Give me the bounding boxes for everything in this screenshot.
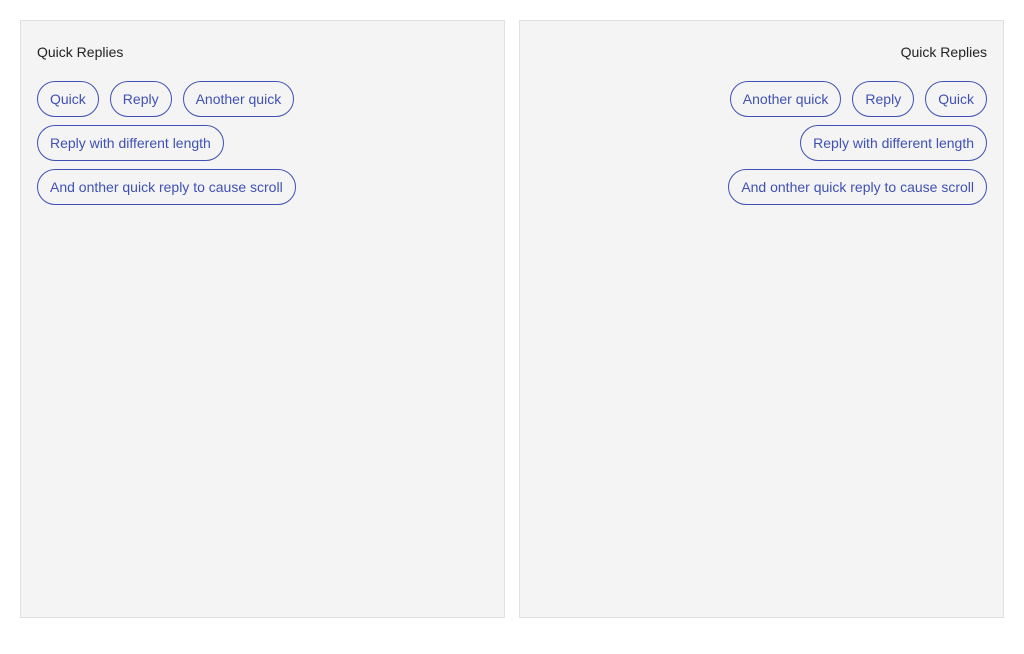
quick-replies-list: Quick Reply Another quick Reply with dif… xyxy=(37,81,490,205)
quick-reply-chip-cause-scroll[interactable]: And onther quick reply to cause scroll xyxy=(728,169,987,205)
quick-reply-chip-quick[interactable]: Quick xyxy=(925,81,987,117)
quick-replies-panel-ltr: Quick Replies Quick Reply Another quick … xyxy=(20,20,505,618)
quick-reply-chip-reply[interactable]: Reply xyxy=(109,81,172,117)
quick-reply-chip-another-quick[interactable]: Another quick xyxy=(182,81,295,117)
quick-replies-list: Another quick Reply Quick Reply with dif… xyxy=(534,81,987,205)
panel-title: Quick Replies xyxy=(37,44,124,60)
quick-reply-chip-different-length[interactable]: Reply with different length xyxy=(800,125,987,161)
quick-reply-chip-reply[interactable]: Reply xyxy=(852,81,915,117)
quick-reply-chip-cause-scroll[interactable]: And onther quick reply to cause scroll xyxy=(37,169,296,205)
quick-reply-chip-different-length[interactable]: Reply with different length xyxy=(37,125,224,161)
quick-reply-chip-quick[interactable]: Quick xyxy=(37,81,99,117)
quick-replies-panel-rtl: Quick Replies Another quick Reply Quick … xyxy=(519,20,1004,618)
panel-title: Quick Replies xyxy=(900,44,987,60)
quick-reply-chip-another-quick[interactable]: Another quick xyxy=(729,81,842,117)
